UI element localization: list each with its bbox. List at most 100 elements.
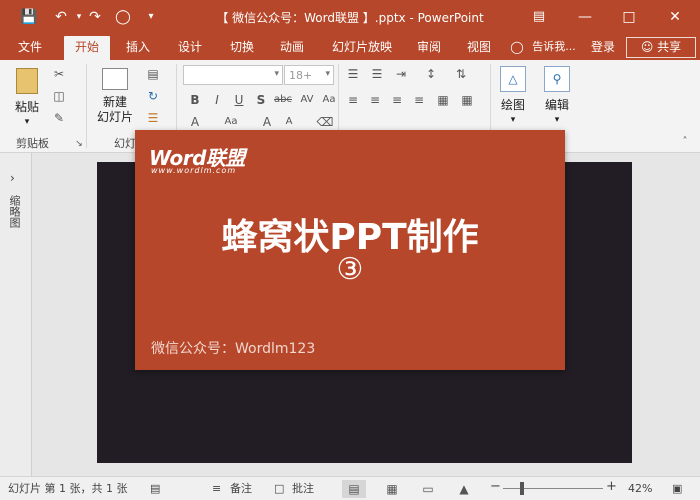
font-size-field[interactable]: ▾: [284, 65, 334, 85]
new-slide-button[interactable]: 新建 幻灯片: [92, 66, 138, 130]
decrease-font-icon[interactable]: A: [280, 114, 298, 130]
paste-button[interactable]: 粘贴 ▾: [10, 66, 44, 127]
thumbnail-pane-label[interactable]: 缩略图: [8, 195, 22, 228]
window-title: 【 微信公众号：Word联盟 】.pptx - PowerPoint: [216, 11, 484, 25]
overlay-footer: 微信公众号：Wordlm123: [151, 341, 316, 357]
zoom-out-icon[interactable]: −: [490, 479, 501, 495]
ribbon-display-options-icon[interactable]: ▤: [524, 6, 554, 28]
shapes-icon: △: [500, 66, 526, 92]
text-shadow-icon[interactable]: S: [252, 92, 270, 108]
font-color-icon[interactable]: A: [186, 114, 204, 130]
chevron-down-icon: ▾: [274, 69, 279, 79]
align-text-icon[interactable]: ▦: [458, 92, 476, 108]
tab-slideshow[interactable]: 幻灯片放映: [326, 36, 398, 60]
thumbnail-pane: › 缩略图: [0, 153, 32, 476]
clear-formatting-icon[interactable]: ⌫: [316, 114, 334, 130]
bullets-icon[interactable]: ☰: [344, 66, 362, 82]
drawing-button[interactable]: △ 绘图 ▾: [496, 66, 530, 130]
columns-icon[interactable]: ▦: [434, 92, 452, 108]
normal-view-icon[interactable]: ▤: [342, 480, 366, 498]
slides-group-label: 幻灯: [114, 137, 136, 150]
find-icon: ⚲: [544, 66, 570, 92]
align-left-icon[interactable]: ≡: [344, 92, 362, 108]
present-from-start-icon[interactable]: ◯: [112, 6, 134, 28]
editing-button[interactable]: ⚲ 编辑 ▾: [540, 66, 574, 130]
spell-check-icon[interactable]: ▤: [150, 481, 160, 497]
maximize-icon[interactable]: □: [614, 6, 644, 28]
tab-insert[interactable]: 插入: [118, 36, 158, 60]
save-icon[interactable]: 💾: [18, 6, 40, 28]
zoom-slider-track[interactable]: [503, 488, 603, 489]
character-spacing-icon[interactable]: AV: [298, 92, 316, 108]
comments-button[interactable]: 批注: [292, 481, 314, 497]
reading-view-icon[interactable]: ▭: [416, 480, 440, 498]
tab-file[interactable]: 文件: [8, 36, 52, 60]
change-case-icon[interactable]: Aa: [320, 92, 338, 108]
bold-icon[interactable]: B: [186, 92, 204, 108]
tab-design[interactable]: 设计: [170, 36, 210, 60]
status-bar: 幻灯片 第 1 张，共 1 张 ▤ ≡ 备注 □ 批注 ▤ ▦ ▭ ▲ − + …: [0, 476, 700, 500]
font-size-change-icon[interactable]: Aa: [222, 114, 240, 130]
group-divider: [86, 64, 87, 148]
font-name-field[interactable]: ▾: [183, 65, 283, 85]
layout-icon[interactable]: ▤: [144, 66, 162, 82]
chevron-down-icon: ▾: [325, 69, 330, 79]
slide-sorter-icon[interactable]: ▦: [380, 480, 404, 498]
tell-me-box[interactable]: 告诉我...: [528, 36, 580, 60]
tab-home[interactable]: 开始: [64, 36, 110, 60]
notes-button[interactable]: 备注: [230, 481, 252, 497]
italic-icon[interactable]: I: [208, 92, 226, 108]
title-bar: 💾 ↶ ▾ ↷ ◯ ▾ 【 微信公众号：Word联盟 】.pptx - Powe…: [0, 0, 700, 36]
justify-icon[interactable]: ≡: [410, 92, 428, 108]
customize-quick-access-icon[interactable]: ▾: [140, 6, 162, 28]
line-spacing-icon[interactable]: ↕: [422, 66, 440, 82]
format-painter-icon[interactable]: ✎: [50, 110, 68, 126]
underline-icon[interactable]: U: [230, 92, 248, 108]
slideshow-view-icon[interactable]: ▲: [452, 480, 476, 498]
paste-dropdown-icon: ▾: [24, 117, 30, 127]
login-link[interactable]: 登录: [586, 36, 620, 60]
clipboard-icon: [16, 68, 38, 94]
title-overlay-card: Word联盟 www.wordlm.com 蜂窝状PPT制作 ③ 微信公众号：W…: [135, 130, 565, 370]
comments-icon[interactable]: □: [274, 481, 284, 497]
editing-dropdown-icon: ▾: [554, 115, 560, 125]
redo-icon[interactable]: ↷: [84, 6, 106, 28]
share-label: 共享: [657, 40, 682, 54]
new-slide-label-1: 新建: [102, 95, 127, 109]
new-slide-icon: [102, 68, 128, 90]
tab-view[interactable]: 视图: [460, 36, 498, 60]
person-icon: ☺: [640, 40, 654, 54]
cut-icon[interactable]: ✂: [50, 66, 68, 82]
close-icon[interactable]: ✕: [660, 6, 690, 28]
zoom-level[interactable]: 42%: [628, 481, 652, 497]
font-name-input[interactable]: [184, 66, 282, 84]
zoom-slider-thumb[interactable]: [520, 482, 524, 495]
fit-to-window-icon[interactable]: ▣: [672, 481, 682, 497]
new-slide-label-2: 幻灯片: [96, 110, 133, 124]
clipboard-group-label: 剪贴板: [16, 137, 49, 150]
section-icon[interactable]: ☰: [144, 110, 162, 126]
tab-review[interactable]: 审阅: [410, 36, 448, 60]
drawing-label: 绘图: [500, 98, 525, 112]
zoom-in-icon[interactable]: +: [606, 479, 617, 495]
minimize-icon[interactable]: —: [570, 6, 600, 28]
reset-icon[interactable]: ↻: [144, 88, 162, 104]
text-direction-icon[interactable]: ⇅: [452, 66, 470, 82]
lightbulb-icon: ◯: [510, 40, 524, 54]
tab-transitions[interactable]: 切换: [222, 36, 262, 60]
indent-icon[interactable]: ⇥: [392, 66, 410, 82]
drawing-dropdown-icon: ▾: [510, 115, 516, 125]
align-center-icon[interactable]: ≡: [366, 92, 384, 108]
notes-icon[interactable]: ≡: [212, 481, 221, 497]
overlay-number: ③: [336, 252, 364, 287]
share-button[interactable]: ☺ 共享: [626, 37, 696, 58]
strikethrough-icon[interactable]: abc: [274, 92, 292, 108]
brand-url: www.wordlm.com: [151, 166, 237, 175]
numbering-icon[interactable]: ☰: [368, 66, 386, 82]
tab-animations[interactable]: 动画: [272, 36, 312, 60]
copy-icon[interactable]: ◫: [50, 88, 68, 104]
align-right-icon[interactable]: ≡: [388, 92, 406, 108]
increase-font-icon[interactable]: A: [258, 114, 276, 130]
collapse-ribbon-icon[interactable]: ˄: [676, 134, 694, 150]
chevron-right-icon[interactable]: ›: [10, 171, 15, 185]
